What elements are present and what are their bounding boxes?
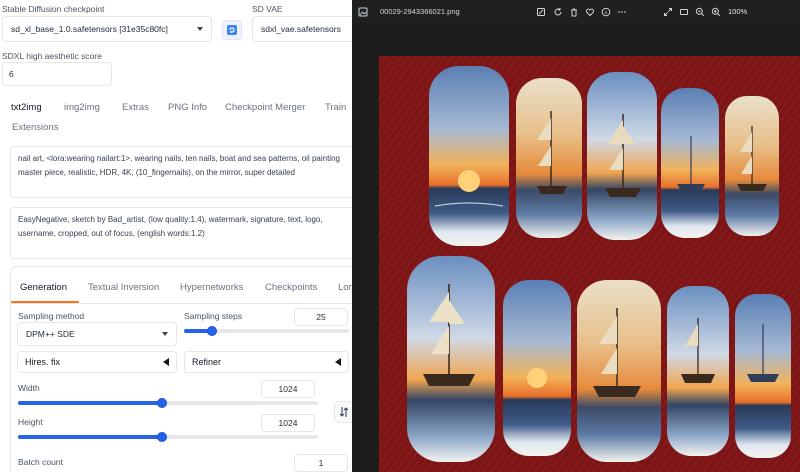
nail-bottom-5	[735, 294, 791, 458]
sampling-method-value: DPM++ SDE	[26, 329, 75, 339]
aesthetic-value: 6	[9, 69, 14, 79]
collapse-arrow-icon	[335, 358, 341, 366]
tab-checkpoint-merger[interactable]: Checkpoint Merger	[225, 102, 305, 113]
active-subtab-indicator	[11, 301, 79, 303]
checkpoint-value: sd_xl_base_1.0.safetensors [31e35c80fc]	[11, 24, 168, 34]
nail-bottom-4	[667, 286, 729, 456]
nail-top-4	[661, 88, 719, 238]
subtabs-divider	[11, 303, 352, 304]
batch-count-value: 1	[318, 458, 324, 468]
vae-label: SD VAE	[252, 4, 283, 14]
height-label: Height	[18, 417, 43, 427]
nail-top-5	[725, 96, 779, 236]
nail-top-3	[587, 72, 657, 240]
width-value: 1024	[278, 384, 298, 394]
generated-image	[379, 56, 800, 472]
nail-art-illustration	[379, 56, 800, 472]
zoom-in-icon[interactable]	[711, 7, 721, 17]
subtab-textual-inversion[interactable]: Textual Inversion	[88, 282, 159, 293]
width-input[interactable]: 1024	[261, 380, 315, 398]
tab-png-info[interactable]: PNG Info	[168, 102, 207, 113]
vae-value: sdxl_vae.safetensors	[261, 24, 341, 34]
zoom-out-icon[interactable]	[695, 7, 705, 17]
delete-icon[interactable]	[569, 7, 579, 17]
negative-prompt-textarea[interactable]: EasyNegative, sketch by Bad_artist, (low…	[10, 207, 352, 259]
width-slider[interactable]	[18, 398, 318, 408]
fit-icon[interactable]	[679, 7, 689, 17]
width-slider-fill	[18, 401, 162, 405]
aesthetic-input[interactable]: 6	[2, 62, 112, 86]
refresh-checkpoint-button[interactable]	[222, 20, 242, 40]
hires-fix-accordion[interactable]: Hires. fix	[17, 351, 177, 373]
expand-icon[interactable]	[663, 7, 673, 17]
nail-bottom-2	[503, 280, 571, 456]
subtab-checkpoints[interactable]: Checkpoints	[265, 282, 317, 293]
subtab-hypernetworks[interactable]: Hypernetworks	[180, 282, 243, 293]
refresh-icon	[227, 25, 237, 35]
height-slider[interactable]	[18, 432, 318, 442]
nail-bottom-1	[407, 256, 495, 462]
nail-top-2	[516, 78, 582, 238]
positive-prompt-text: nail art, <lora:wearing nailart:1>, wear…	[18, 154, 340, 177]
width-label: Width	[18, 383, 40, 393]
nail-bottom-3	[577, 280, 661, 462]
sampling-method-dropdown[interactable]: DPM++ SDE	[17, 322, 177, 346]
refiner-label: Refiner	[192, 357, 222, 367]
sampling-method-label: Sampling method	[18, 311, 85, 321]
sampling-steps-input[interactable]: 25	[294, 308, 348, 326]
height-slider-thumb[interactable]	[157, 432, 167, 442]
more-icon[interactable]	[617, 7, 627, 17]
sampling-steps-label: Sampling steps	[184, 311, 243, 321]
webui-panel: Stable Diffusion checkpoint sd_xl_base_1…	[0, 0, 352, 472]
sampling-steps-value: 25	[316, 312, 326, 322]
subtab-lora[interactable]: Lora	[338, 282, 352, 293]
positive-prompt-textarea[interactable]: nail art, <lora:wearing nailart:1>, wear…	[10, 146, 352, 198]
photo-viewer-window: 00029-2943366021.png 100%	[352, 0, 800, 472]
width-slider-thumb[interactable]	[157, 398, 167, 408]
subtab-generation[interactable]: Generation	[20, 282, 67, 293]
chevron-down-icon	[162, 332, 168, 336]
edit-icon[interactable]	[536, 7, 546, 17]
height-input[interactable]: 1024	[261, 414, 315, 432]
batch-count-label: Batch count	[18, 457, 63, 467]
favorite-icon[interactable]	[585, 7, 595, 17]
tab-extras[interactable]: Extras	[122, 102, 149, 113]
nail-top-1	[429, 66, 509, 246]
zoom-level: 100%	[728, 7, 748, 16]
vae-dropdown[interactable]: sdxl_vae.safetensors	[252, 16, 352, 42]
chevron-down-icon	[197, 27, 203, 31]
refiner-accordion[interactable]: Refiner	[184, 351, 349, 373]
rotate-icon[interactable]	[553, 7, 563, 17]
generation-panel: Generation Textual Inversion Hypernetwor…	[10, 266, 352, 472]
main-tabs: txt2img img2img Extras PNG Info Checkpoi…	[0, 96, 352, 142]
tab-train[interactable]: Train	[325, 102, 346, 113]
tab-extensions[interactable]: Extensions	[12, 122, 58, 133]
negative-prompt-text: EasyNegative, sketch by Bad_artist, (low…	[18, 215, 323, 238]
tab-img2img[interactable]: img2img	[64, 102, 100, 113]
checkpoint-label: Stable Diffusion checkpoint	[2, 4, 105, 14]
checkpoint-dropdown[interactable]: sd_xl_base_1.0.safetensors [31e35c80fc]	[2, 16, 212, 42]
height-value: 1024	[278, 418, 298, 428]
viewer-filename: 00029-2943366021.png	[380, 7, 460, 16]
collapse-arrow-icon	[163, 358, 169, 366]
height-slider-fill	[18, 435, 162, 439]
batch-count-input[interactable]: 1	[294, 454, 348, 472]
image-icon	[358, 7, 368, 17]
sampling-steps-slider[interactable]	[184, 326, 349, 336]
swap-dimensions-button[interactable]	[334, 401, 352, 423]
swap-icon	[339, 407, 349, 417]
sampling-steps-slider-thumb[interactable]	[207, 326, 218, 336]
hires-fix-label: Hires. fix	[25, 357, 61, 367]
viewer-titlebar: 00029-2943366021.png 100%	[352, 0, 800, 24]
tab-txt2img[interactable]: txt2img	[11, 102, 42, 113]
aesthetic-label: SDXL high aesthetic score	[2, 51, 102, 61]
info-icon[interactable]	[601, 7, 611, 17]
